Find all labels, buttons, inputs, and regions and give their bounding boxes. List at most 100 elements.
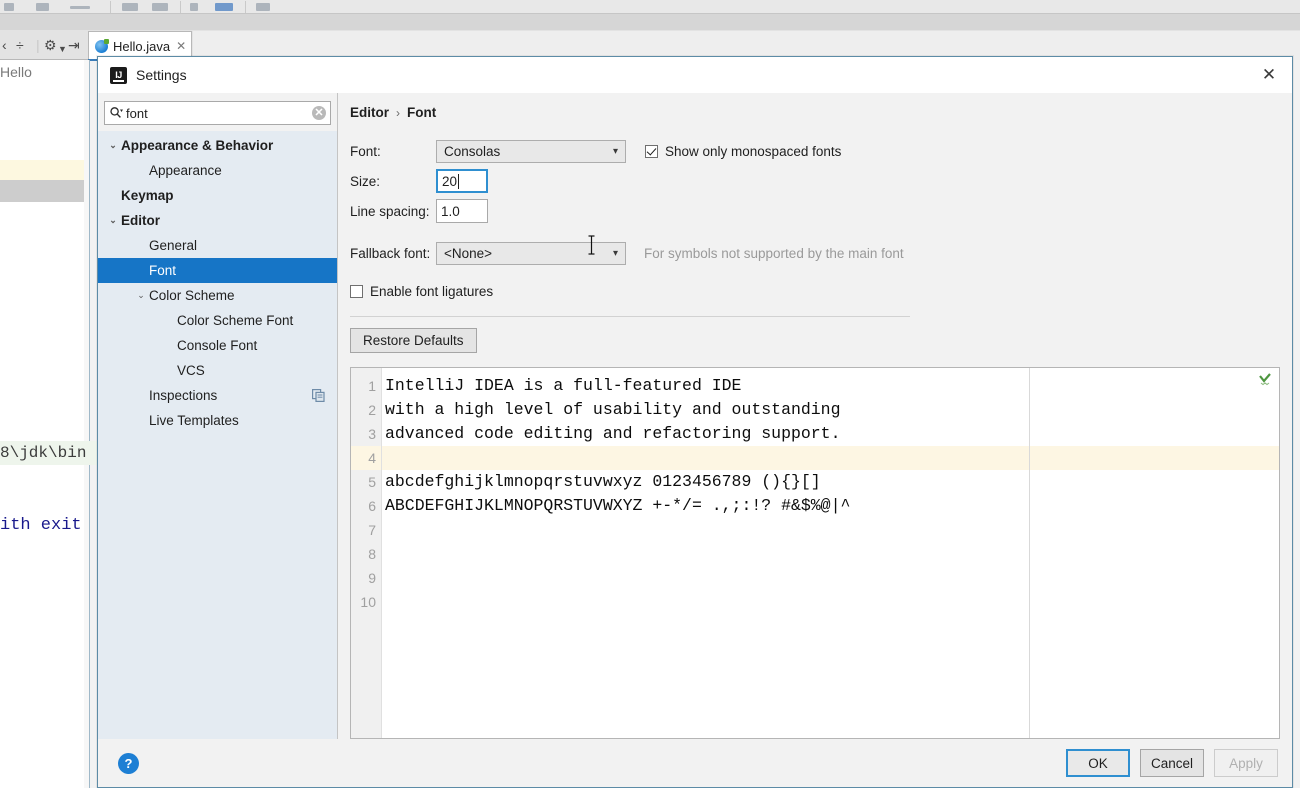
sidebar-item-editor[interactable]: ⌄ Editor xyxy=(98,208,337,233)
background-editor-sliver: Hello xyxy=(0,60,90,788)
enable-ligatures-label: Enable font ligatures xyxy=(370,283,494,299)
close-icon[interactable]: ✕ xyxy=(176,39,186,53)
toolbar-icon-7[interactable] xyxy=(215,3,233,11)
line-number: 6 xyxy=(368,498,376,514)
dialog-titlebar: Settings ✕ xyxy=(98,57,1292,93)
close-icon[interactable]: ✕ xyxy=(1246,57,1292,93)
clear-icon[interactable]: ✕ xyxy=(312,106,326,120)
sidebar-item-inspections[interactable]: Inspections xyxy=(98,383,337,408)
sidebar-item-color-scheme-font[interactable]: Color Scheme Font xyxy=(98,308,337,333)
fallback-font-select[interactable]: <None> ▾ xyxy=(436,241,626,265)
preview-line-number-gutter: 1 2 3 4 5 6 7 8 9 10 xyxy=(351,368,382,738)
toolbar2-separator: | xyxy=(36,37,40,53)
chevron-down-icon[interactable]: ▼ xyxy=(58,42,67,56)
divide-icon[interactable]: ÷ xyxy=(16,38,24,52)
console-exit-line: ith exit xyxy=(0,512,98,538)
size-row: Size: 20 xyxy=(350,166,1292,196)
background-editor-highlight-line xyxy=(0,160,89,180)
checkbox-icon xyxy=(350,284,363,298)
preview-code-line xyxy=(382,566,1279,590)
expand-icon[interactable]: ⇥ xyxy=(68,38,80,52)
help-button[interactable]: ? xyxy=(118,752,139,774)
show-monospaced-checkbox[interactable]: Show only monospaced fonts xyxy=(645,144,841,159)
font-settings-form: Font: Consolas ▾ Show only monospaced fo… xyxy=(338,130,1292,306)
chevron-down-icon[interactable]: ⌄ xyxy=(134,291,148,300)
toolbar-icon-4[interactable] xyxy=(122,3,138,11)
background-editor-gutter xyxy=(84,60,89,788)
font-preview-editor[interactable]: 1 2 3 4 5 6 7 8 9 10 IntelliJ IDEA is a full-feat… xyxy=(350,367,1280,739)
line-spacing-input[interactable]: 1.0 xyxy=(436,199,488,223)
chevron-down-icon[interactable]: ⌄ xyxy=(106,141,120,150)
preview-code-line: with a high level of usability and outst… xyxy=(385,400,841,419)
toolbar-icon-3[interactable] xyxy=(70,6,90,9)
toolbar-icon-8[interactable] xyxy=(256,3,270,11)
sidebar-item-font[interactable]: Font xyxy=(98,258,337,283)
dialog-action-buttons: OK Cancel Apply xyxy=(1066,749,1278,777)
apply-button: Apply xyxy=(1214,749,1278,777)
console-path-line: 8\jdk\bin xyxy=(0,441,98,465)
ligatures-row: Enable font ligatures xyxy=(350,276,1292,306)
font-family-value: Consolas xyxy=(444,143,501,159)
settings-content-pane: Editor › Font Font: Consolas ▾ Show only… xyxy=(338,93,1292,739)
sidebar-item-keymap[interactable]: Keymap xyxy=(98,183,337,208)
intellij-idea-logo-icon xyxy=(110,66,127,84)
sidebar-item-label: Appearance & Behavior xyxy=(121,138,274,153)
inspection-ok-checkmark-icon[interactable] xyxy=(1258,372,1272,386)
sidebar-item-label: General xyxy=(149,238,198,253)
enable-ligatures-checkbox[interactable]: Enable font ligatures xyxy=(350,284,493,299)
search-input[interactable] xyxy=(126,105,309,121)
toolbar-icon-2[interactable] xyxy=(36,3,49,11)
ok-button[interactable]: OK xyxy=(1066,749,1130,777)
preview-code-line: ABCDEFGHIJKLMNOPQRSTUVWXYZ +-*/= .,;:!? … xyxy=(385,496,851,515)
preview-code-line xyxy=(382,590,1279,614)
preview-code-line: advanced code editing and refactoring su… xyxy=(385,424,841,443)
line-number: 7 xyxy=(368,522,376,538)
line-number: 8 xyxy=(368,546,376,562)
search-box[interactable]: ✕ xyxy=(104,101,331,125)
back-arrow-icon[interactable]: ‹ xyxy=(2,38,7,52)
breadcrumb-root[interactable]: Editor xyxy=(350,105,389,120)
sidebar-item-label: Console Font xyxy=(177,338,258,353)
background-editor-text: Hello xyxy=(0,64,32,80)
toolbar-separator-1 xyxy=(110,1,111,13)
line-spacing-label: Line spacing: xyxy=(350,203,430,219)
ide-toolbar-band xyxy=(0,14,1300,30)
sidebar-item-label: VCS xyxy=(177,363,205,378)
toolbar-icon-1[interactable] xyxy=(4,3,14,11)
font-size-value: 20 xyxy=(442,173,458,189)
checkbox-icon xyxy=(645,144,658,158)
line-number: 10 xyxy=(360,594,376,610)
sidebar-item-label: Appearance xyxy=(149,163,222,178)
gear-icon[interactable]: ⚙ xyxy=(44,38,57,52)
cancel-button[interactable]: Cancel xyxy=(1140,749,1204,777)
fallback-font-row: Fallback font: <None> ▾ For symbols not … xyxy=(350,238,1292,268)
breadcrumb-leaf: Font xyxy=(407,105,437,120)
preview-code-line xyxy=(382,518,1279,542)
sidebar-item-appearance[interactable]: Appearance xyxy=(98,158,337,183)
ide-top-toolbar xyxy=(0,0,1300,14)
toolbar-icon-6[interactable] xyxy=(190,3,198,11)
sidebar-item-live-templates[interactable]: Live Templates xyxy=(98,408,337,433)
preview-code-area[interactable]: IntelliJ IDEA is a full-featured IDE with… xyxy=(382,368,1279,738)
font-size-input[interactable]: 20 xyxy=(436,169,488,193)
background-editor-selection xyxy=(0,180,89,202)
copy-icon[interactable] xyxy=(312,389,325,403)
sidebar-item-label: Color Scheme xyxy=(149,288,235,303)
font-row: Font: Consolas ▾ Show only monospaced fo… xyxy=(350,136,1292,166)
font-family-select[interactable]: Consolas ▾ xyxy=(436,139,626,163)
restore-defaults-button[interactable]: Restore Defaults xyxy=(350,328,477,353)
sidebar-item-label: Inspections xyxy=(149,388,218,403)
sidebar-item-color-scheme[interactable]: ⌄ Color Scheme xyxy=(98,283,337,308)
sidebar-item-console-font[interactable]: Console Font xyxy=(98,333,337,358)
toolbar-icon-5[interactable] xyxy=(152,3,168,11)
settings-dialog: Settings ✕ ✕ ⌄Appearance & xyxy=(97,56,1293,788)
sidebar-item-appearance-behavior[interactable]: ⌄ Appearance & Behavior xyxy=(98,133,337,158)
toolbar-separator-2 xyxy=(180,1,181,13)
breadcrumb: Editor › Font xyxy=(338,93,1292,130)
chevron-down-icon[interactable]: ⌄ xyxy=(106,216,120,225)
toolbar-separator-3 xyxy=(245,1,246,13)
search-container: ✕ xyxy=(98,93,337,131)
sidebar-item-vcs[interactable]: VCS xyxy=(98,358,337,383)
sidebar-item-general[interactable]: General xyxy=(98,233,337,258)
search-dropdown-icon[interactable] xyxy=(109,106,123,120)
